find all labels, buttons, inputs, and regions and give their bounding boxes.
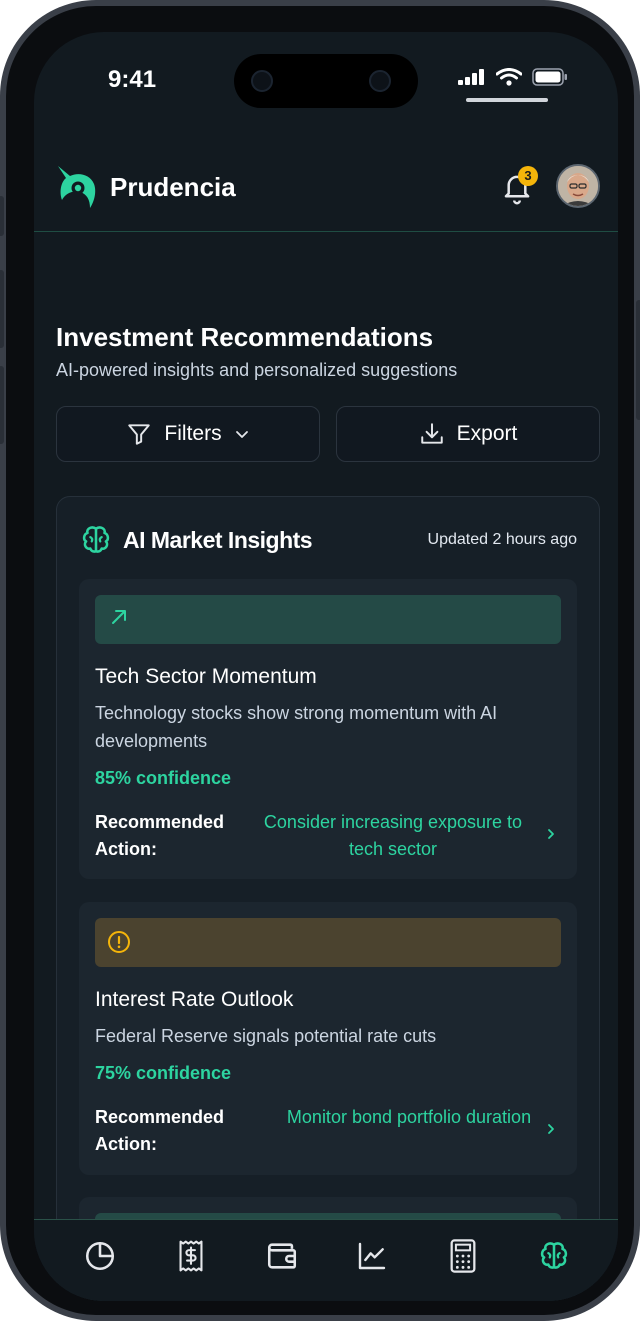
ai-insights-card: AI Market Insights Updated 2 hours ago T… <box>56 496 600 1301</box>
nav-item-calculator[interactable] <box>445 1238 481 1274</box>
chevron-down-icon <box>235 431 248 438</box>
cellular-signal-icon <box>458 69 484 85</box>
phone-bezel: 9:41 Prudencia 3 Investment Recommendati… <box>6 6 634 1315</box>
nav-item-analytics[interactable] <box>354 1238 390 1274</box>
chevron-right-icon[interactable] <box>545 827 557 841</box>
recommendation-confidence: 85% confidence <box>95 768 232 788</box>
alert-circle-icon <box>108 931 130 953</box>
phone-frame: 9:41 Prudencia 3 Investment Recommendati… <box>0 0 640 1321</box>
nav-item-portfolio[interactable] <box>82 1238 118 1274</box>
calculator-icon <box>450 1239 476 1273</box>
recommendation-title: Tech Sector Momentum <box>95 665 317 688</box>
side-button <box>0 196 4 236</box>
export-button[interactable]: Export <box>336 406 600 462</box>
nav-item-ai-insights[interactable] <box>536 1238 572 1274</box>
recommended-action-label: Recommended Action: <box>95 812 225 859</box>
app-header: Prudencia 3 <box>34 152 618 232</box>
user-avatar[interactable] <box>556 164 600 208</box>
recommendation-band <box>95 918 561 967</box>
nav-item-transactions[interactable] <box>173 1238 209 1274</box>
volume-down-button <box>0 366 4 444</box>
export-label: Export <box>456 422 518 445</box>
recommendation-description: Technology stocks show strong momentum w… <box>95 703 498 751</box>
recommendation-confidence: 75% confidence <box>95 1063 232 1083</box>
filters-button[interactable]: Filters <box>56 406 320 462</box>
recommendation-band <box>95 595 561 644</box>
status-icons <box>458 68 568 86</box>
page-title: Investment Recommendations <box>56 322 434 352</box>
pie-chart-icon <box>85 1241 115 1271</box>
insights-updated: Updated 2 hours ago <box>427 531 577 548</box>
filter-icon <box>128 424 151 445</box>
wifi-icon <box>496 68 522 86</box>
brain-icon <box>82 526 110 553</box>
owl-logo-icon[interactable] <box>56 164 100 210</box>
status-indicator-line <box>466 98 548 102</box>
camera-icon <box>369 70 391 92</box>
recommended-action-label: Recommended Action: <box>95 1107 225 1154</box>
volume-up-button <box>0 270 4 348</box>
recommendation-card[interactable]: Interest Rate Outlook Federal Reserve si… <box>79 902 577 1175</box>
recommended-action-link[interactable]: Monitor bond portfolio duration <box>279 1104 539 1131</box>
line-chart-icon <box>358 1242 386 1270</box>
nav-item-wallet[interactable] <box>264 1238 300 1274</box>
avatar-portrait-icon <box>558 166 598 206</box>
filters-label: Filters <box>164 422 222 445</box>
brand-name[interactable]: Prudencia <box>110 172 236 203</box>
wallet-icon <box>267 1243 297 1269</box>
sensor-icon <box>251 70 273 92</box>
page-subtitle: AI-powered insights and personalized sug… <box>56 360 458 380</box>
bottom-navigation <box>34 1219 618 1301</box>
screen: 9:41 Prudencia 3 Investment Recommendati… <box>34 32 618 1301</box>
download-icon <box>420 423 443 444</box>
trend-up-arrow-icon <box>112 610 126 624</box>
chevron-right-icon[interactable] <box>545 1122 557 1136</box>
recommendation-card[interactable]: Tech Sector Momentum Technology stocks s… <box>79 579 577 879</box>
power-button <box>636 300 640 420</box>
receipt-dollar-icon <box>179 1240 203 1272</box>
battery-icon <box>532 68 567 86</box>
status-time: 9:41 <box>108 66 157 93</box>
insights-title: AI Market Insights <box>123 527 313 553</box>
brain-icon <box>540 1242 568 1269</box>
recommendation-description: Federal Reserve signals potential rate c… <box>95 1026 437 1046</box>
dynamic-island <box>234 54 418 108</box>
recommended-action-link[interactable]: Consider increasing exposure to tech sec… <box>245 809 541 863</box>
recommendation-title: Interest Rate Outlook <box>95 988 294 1011</box>
notification-badge: 3 <box>518 166 538 186</box>
